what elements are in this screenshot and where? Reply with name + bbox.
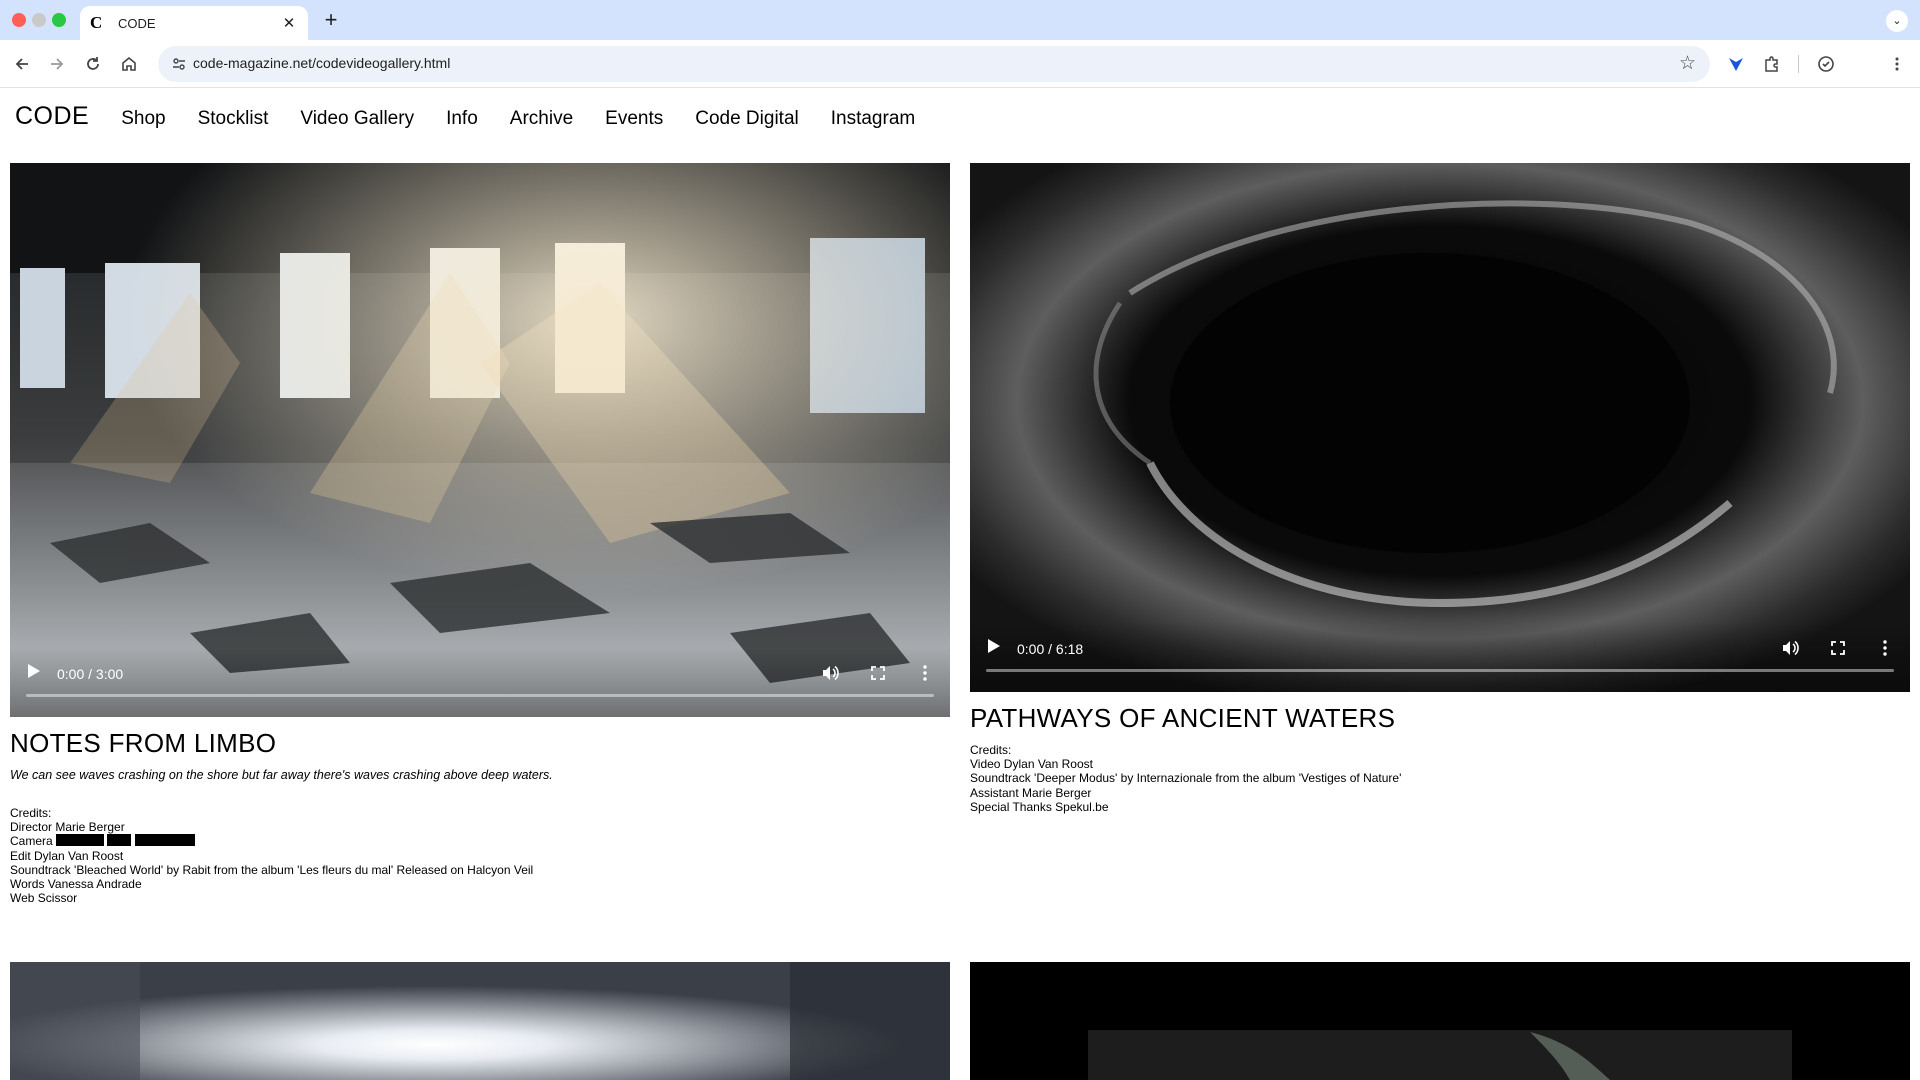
more-options-icon[interactable] (915, 663, 935, 683)
credit-line: Soundtrack 'Bleached World' by Rabit fro… (10, 862, 534, 877)
reload-icon[interactable] (78, 49, 108, 79)
video-player-notes-from-limbo[interactable]: 0:00 / 3:00 (10, 163, 950, 717)
credit-line: Web Scissor (10, 891, 78, 906)
video-frame-abandoned-hall (10, 163, 950, 717)
site-info-icon[interactable] (168, 53, 190, 75)
video-frame-dark-screen (970, 962, 1910, 1080)
tab-title: CODE (118, 15, 156, 31)
video-frame-bright-figure (10, 962, 950, 1080)
profile-icon[interactable] (1811, 49, 1841, 79)
credit-line: Assistant Marie Berger (970, 785, 1092, 800)
credit-line: Director Marie Berger (10, 820, 125, 835)
video-credits: Credits: Director Marie Berger Camera Ed… (10, 806, 533, 905)
browser-tab-active[interactable]: C CODE ✕ (80, 6, 308, 40)
site-nav: CODE Shop Stocklist Video Gallery Info A… (15, 102, 947, 130)
credit-line: Video Dylan Van Roost (970, 757, 1093, 772)
close-tab-icon[interactable]: ✕ (280, 14, 298, 32)
browser-toolbar: code-magazine.net/codevideogallery.html … (0, 40, 1920, 88)
site-logo[interactable]: CODE (15, 102, 89, 131)
credits-label: Credits: (970, 743, 1012, 757)
video-progress-bar[interactable] (26, 694, 934, 697)
forward-icon[interactable] (42, 49, 72, 79)
play-icon[interactable] (28, 664, 40, 678)
volume-icon[interactable] (1780, 638, 1800, 658)
credit-line: Soundtrack 'Deeper Modus' by Internazion… (970, 771, 1402, 786)
menu-icon[interactable] (1882, 49, 1912, 79)
tab-search-icon[interactable]: ⌄ (1886, 10, 1908, 32)
redacted-block (134, 834, 195, 847)
video-frame-dark-wave (970, 163, 1910, 692)
credit-line: Edit Dylan Van Roost (10, 848, 124, 863)
favicon-icon: C (90, 13, 103, 32)
redacted-block (107, 834, 132, 847)
video-time: 0:00 / 6:18 (1017, 641, 1084, 657)
nav-archive[interactable]: Archive (510, 108, 573, 130)
close-window-button[interactable] (12, 13, 26, 27)
video-player-partial-left[interactable] (10, 962, 950, 1080)
browser-tab-bar: C CODE ✕ + ⌄ (0, 0, 1920, 40)
nav-video-gallery[interactable]: Video Gallery (300, 108, 414, 130)
volume-icon[interactable] (820, 663, 840, 683)
video-player-pathways-of-ancient-waters[interactable]: 0:00 / 6:18 (970, 163, 1910, 692)
video-player-partial-right[interactable] (970, 962, 1910, 1080)
video-controls: 0:00 / 6:18 (970, 622, 1910, 692)
bookmark-star-icon[interactable]: ☆ (1679, 52, 1696, 75)
video-credits: Credits: Video Dylan Van Roost Soundtrac… (970, 743, 1401, 814)
maximize-window-button[interactable] (52, 13, 66, 27)
minimize-window-button[interactable] (32, 13, 46, 27)
nav-code-digital[interactable]: Code Digital (695, 108, 799, 130)
video-title: NOTES FROM LIMBO (10, 728, 277, 758)
fullscreen-icon[interactable] (1828, 638, 1848, 658)
extension-icon[interactable] (1721, 49, 1751, 79)
home-icon[interactable] (114, 49, 144, 79)
credits-label: Credits: (10, 806, 52, 820)
redacted-block (56, 834, 105, 847)
video-description: We can see waves crashing on the shore b… (10, 768, 553, 782)
video-time: 0:00 / 3:00 (57, 666, 124, 682)
new-tab-button[interactable]: + (318, 7, 344, 33)
more-options-icon[interactable] (1875, 638, 1895, 658)
credit-line-camera: Camera (10, 834, 533, 848)
video-title: PATHWAYS OF ANCIENT WATERS (970, 703, 1396, 733)
back-icon[interactable] (7, 49, 37, 79)
toolbar-separator (1798, 55, 1799, 73)
play-icon[interactable] (988, 639, 1000, 653)
credit-line: Camera (10, 834, 53, 849)
nav-instagram[interactable]: Instagram (831, 108, 915, 130)
url-text: code-magazine.net/codevideogallery.html (193, 55, 451, 71)
nav-shop[interactable]: Shop (121, 108, 165, 130)
address-bar[interactable]: code-magazine.net/codevideogallery.html … (158, 46, 1710, 82)
video-controls: 0:00 / 3:00 (10, 647, 950, 717)
nav-events[interactable]: Events (605, 108, 663, 130)
nav-stocklist[interactable]: Stocklist (198, 108, 269, 130)
puzzle-icon[interactable] (1757, 49, 1787, 79)
credit-line: Special Thanks Spekul.be (970, 799, 1109, 814)
credit-line: Words Vanessa Andrade (10, 877, 142, 892)
video-progress-bar[interactable] (986, 669, 1894, 672)
nav-info[interactable]: Info (446, 108, 478, 130)
fullscreen-icon[interactable] (868, 663, 888, 683)
